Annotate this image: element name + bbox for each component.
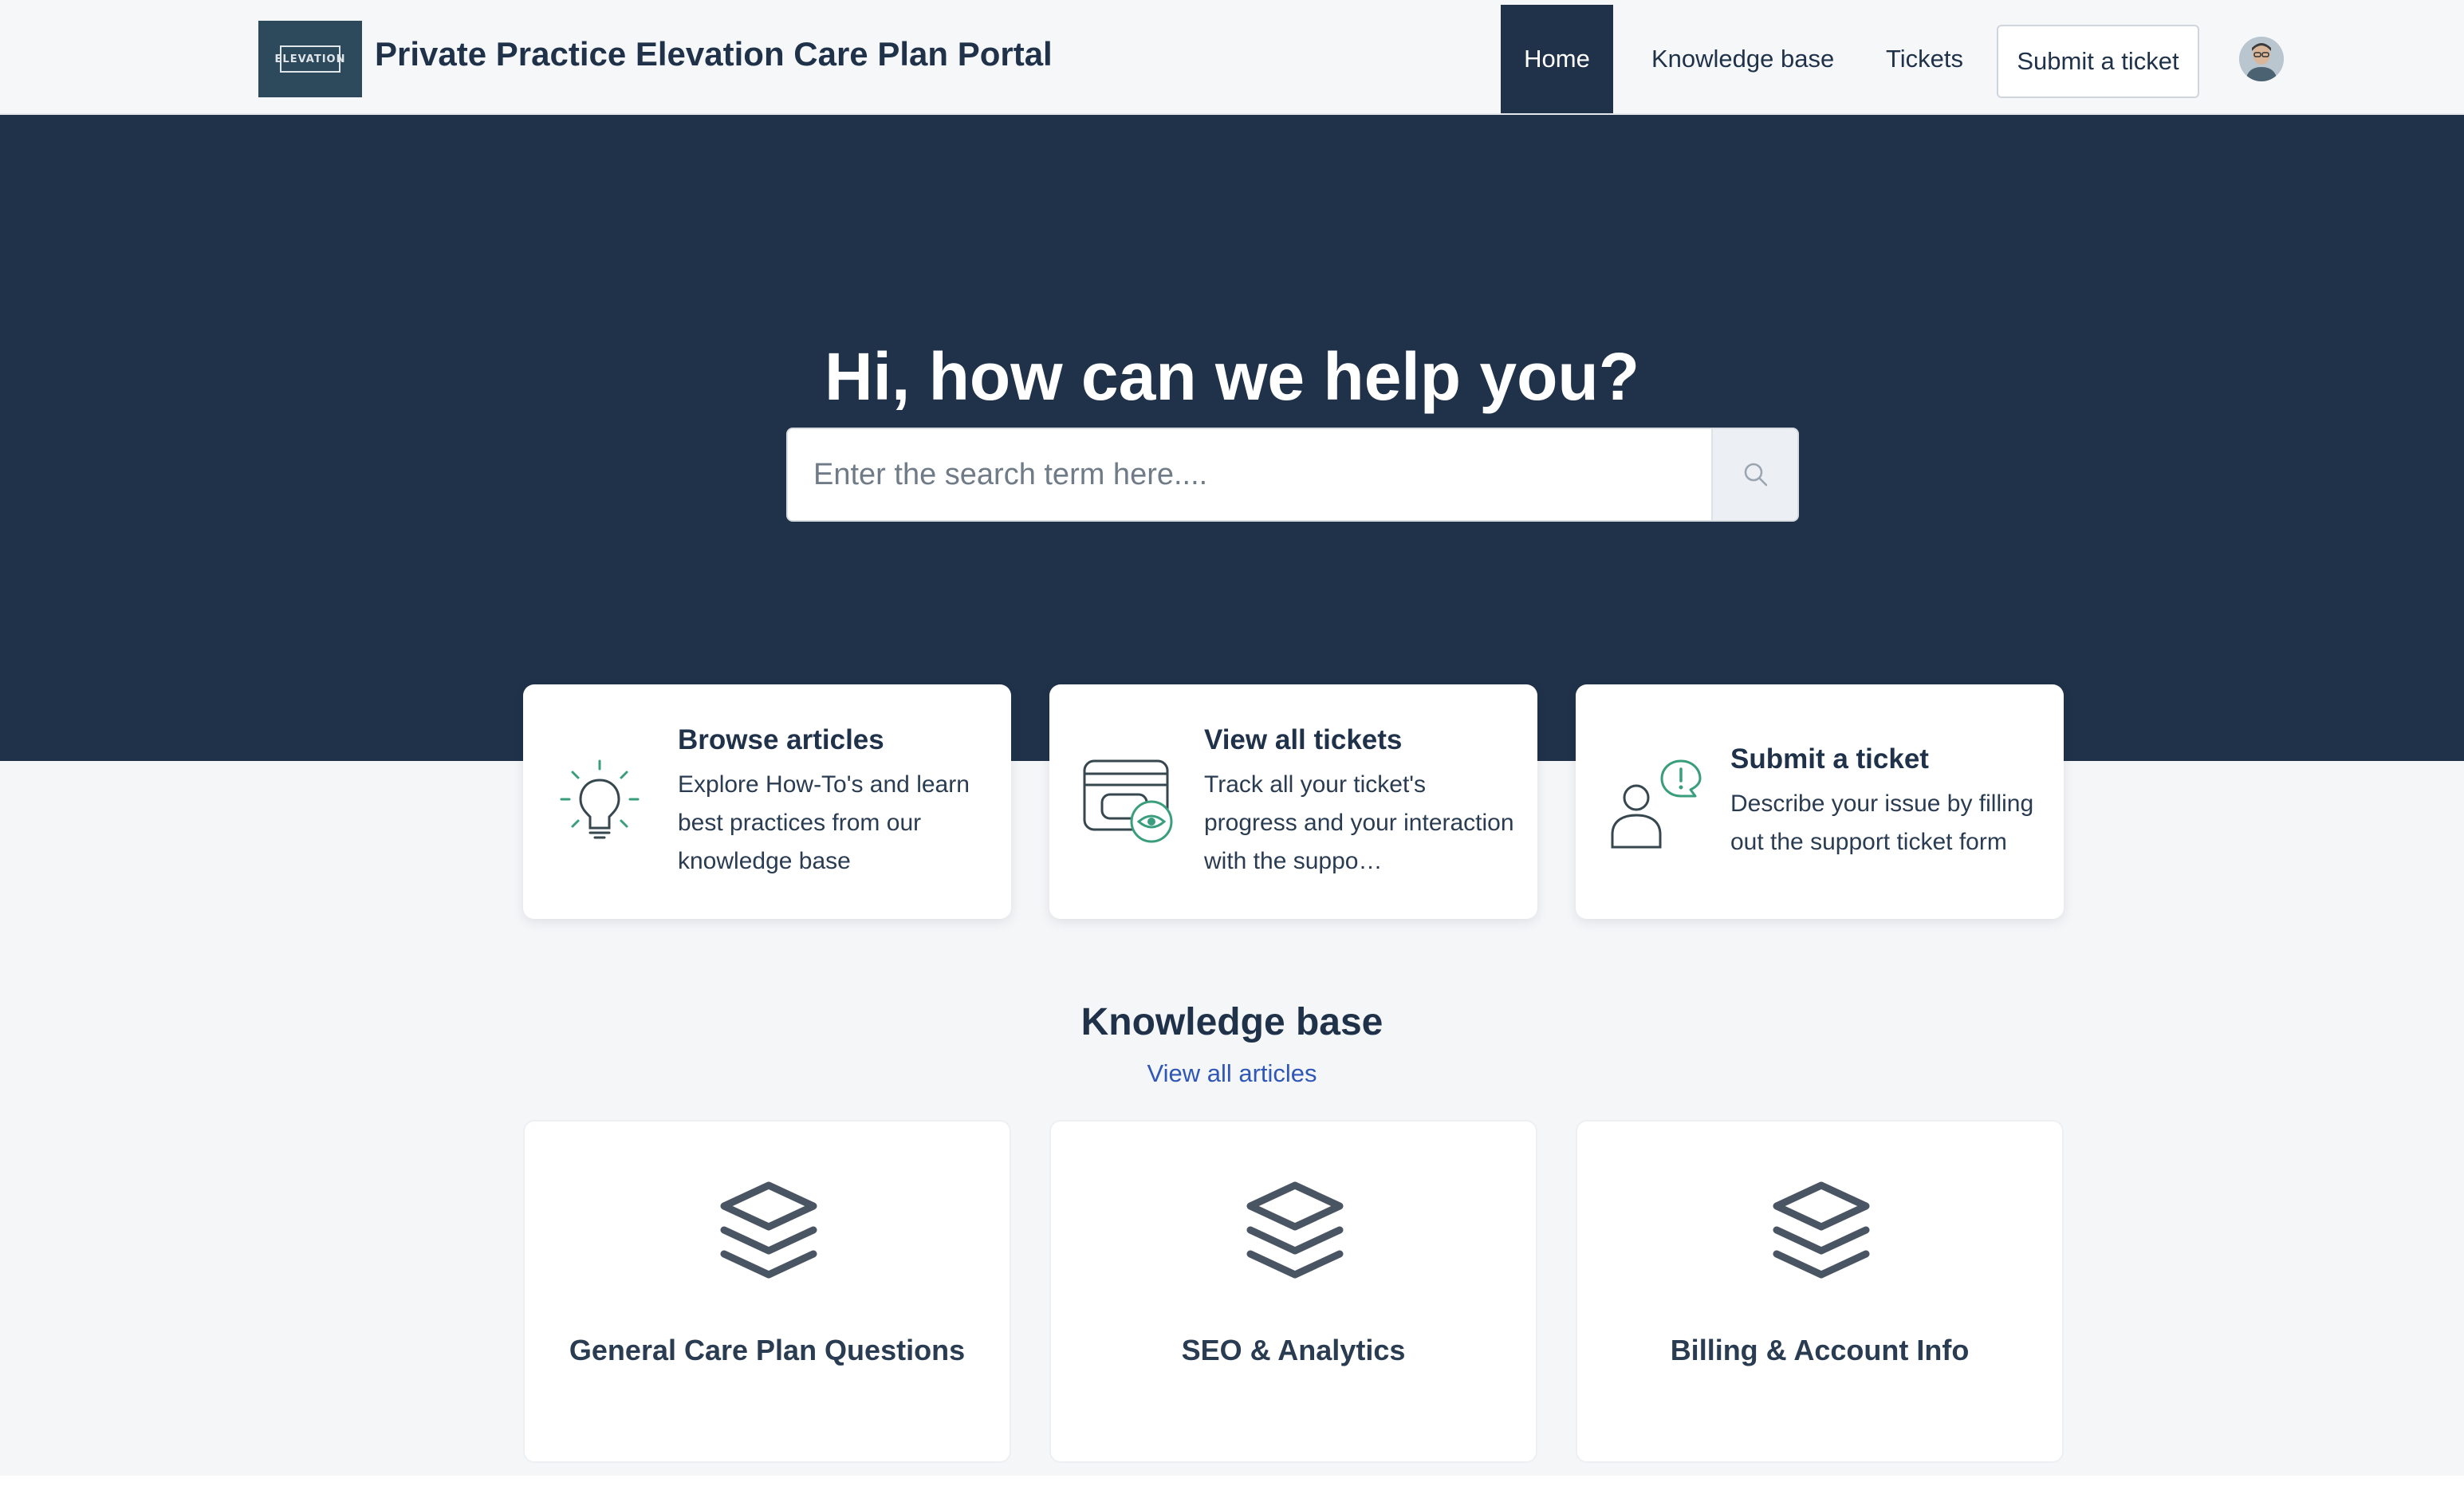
hero-title: Hi, how can we help you? [824,339,1640,414]
search-icon [1744,463,1768,487]
kb-category-title: SEO & Analytics [1181,1334,1406,1366]
submit-ticket-description: Describe your issue by filling out the s… [1730,790,2034,855]
search-input[interactable] [788,429,1711,520]
user-avatar-icon [2239,37,2284,81]
view-tickets-description: Track all your ticket's progress and you… [1204,766,1517,881]
submit-ticket-title: Submit a ticket [1730,743,1929,775]
search-bar [786,428,1799,522]
view-tickets-title: View all tickets [1204,724,1403,755]
site-title[interactable]: Private Practice Elevation Care Plan Por… [375,35,1053,73]
kb-category-card[interactable]: Billing & Account Info [1576,1120,2064,1463]
submit-ticket-button[interactable]: Submit a ticket [1997,25,2199,98]
site-logo[interactable]: ELEVATION [258,21,362,97]
browse-articles-title: Browse articles [678,724,884,755]
kb-category-card[interactable]: General Care Plan Questions [523,1120,1011,1463]
nav-knowledge-base[interactable]: Knowledge base [1651,45,1834,73]
kb-category-card[interactable]: SEO & Analytics [1049,1120,1537,1463]
hero-banner: Hi, how can we help you? [0,115,2464,761]
knowledge-base-heading: Knowledge base [1080,1001,1384,1043]
kb-category-title: Billing & Account Info [1670,1334,1970,1366]
view-tickets-description-text: Track all your ticket's progress and you… [1204,771,1514,874]
submit-ticket-card[interactable]: Submit a ticket Describe your issue by f… [1576,684,2064,919]
tickets-view-icon [1083,759,1173,843]
nav-home[interactable]: Home [1501,5,1613,113]
nav-tickets[interactable]: Tickets [1886,45,1963,73]
layers-icon [720,1181,817,1279]
layers-icon [1246,1181,1344,1279]
kb-category-title: General Care Plan Questions [569,1334,966,1366]
browse-articles-description: Explore How-To's and learn best practice… [678,771,970,874]
view-tickets-card[interactable]: View all tickets Track all your ticket's… [1049,684,1537,919]
view-all-articles-link[interactable]: View all articles [0,1059,2464,1088]
user-alert-icon [1611,759,1702,849]
layers-icon [1773,1181,1870,1279]
logo-wordmark: ELEVATION [275,45,344,73]
lightbulb-icon [560,759,640,839]
search-button[interactable] [1711,429,1797,520]
browse-articles-card[interactable]: Browse articles Explore How-To's and lea… [523,684,1011,919]
top-navigation-bar: ELEVATION Private Practice Elevation Car… [0,0,2464,115]
user-avatar[interactable] [2239,37,2284,81]
